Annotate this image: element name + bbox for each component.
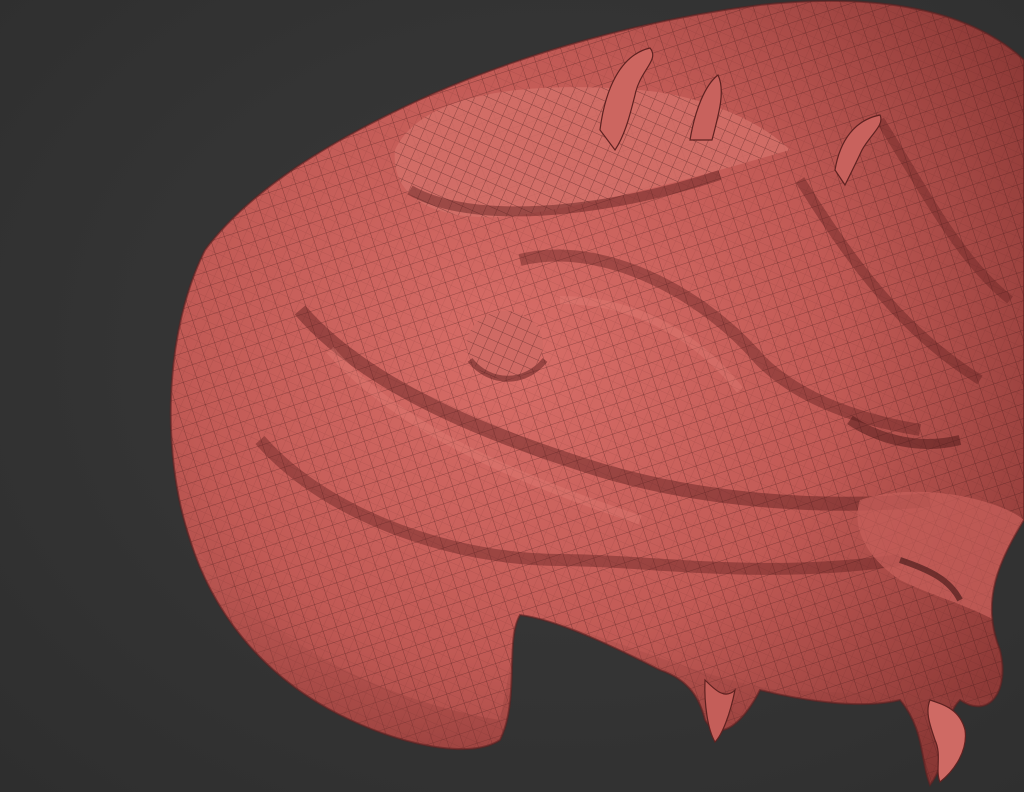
sculpt-mesh-render[interactable] [0, 0, 1024, 792]
3d-viewport[interactable] [0, 0, 1024, 792]
